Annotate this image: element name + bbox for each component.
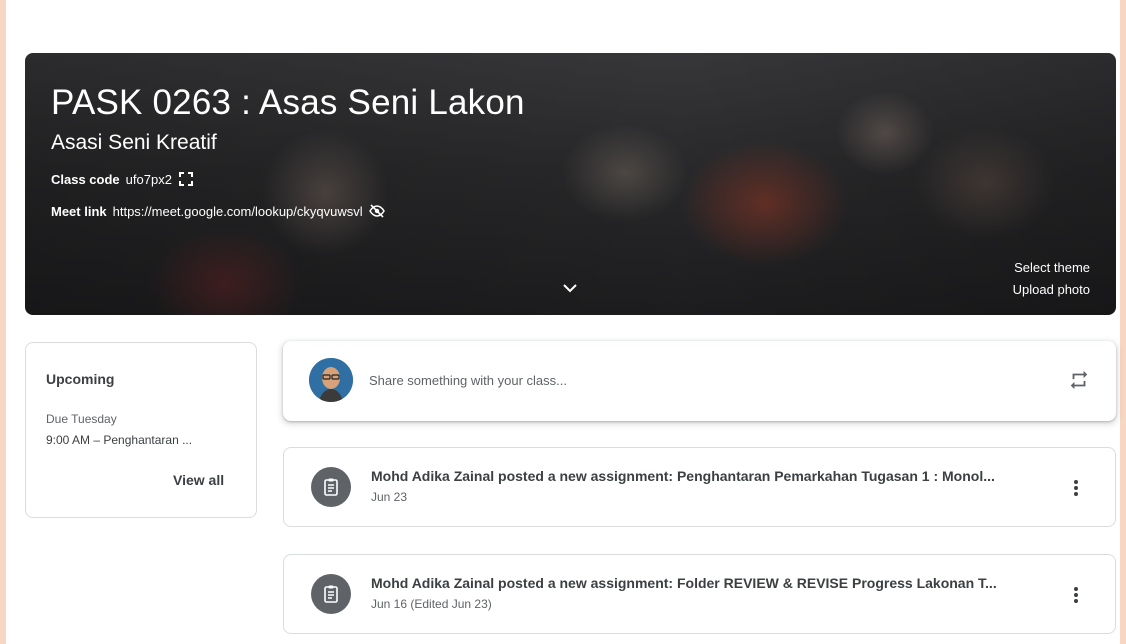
meet-link-row: Meet link https://meet.google.com/lookup…: [51, 203, 385, 219]
upcoming-card: [25, 342, 257, 518]
upcoming-due-label: Due Tuesday: [46, 412, 117, 426]
repost-icon[interactable]: [1068, 369, 1090, 391]
stream-item-date: Jun 16 (Edited Jun 23): [371, 597, 492, 611]
stream-item[interactable]: Mohd Adika Zainal posted a new assignmen…: [283, 554, 1116, 634]
class-subtitle: Asasi Seni Kreatif: [51, 131, 217, 154]
meet-link-value[interactable]: https://meet.google.com/lookup/ckyqvuwsv…: [113, 204, 363, 219]
more-vert-icon[interactable]: [1064, 476, 1088, 500]
fullscreen-icon[interactable]: [178, 171, 194, 187]
upcoming-title: Upcoming: [46, 371, 115, 387]
upload-photo-link[interactable]: Upload photo: [1013, 279, 1090, 301]
avatar: [309, 358, 353, 402]
meet-link-label: Meet link: [51, 203, 107, 219]
share-input-placeholder[interactable]: Share something with your class...: [369, 373, 567, 388]
upcoming-item-link[interactable]: 9:00 AM – Penghantaran ...: [46, 433, 236, 447]
assignment-icon: [311, 574, 351, 614]
share-box[interactable]: Share something with your class...: [283, 341, 1116, 421]
select-theme-link[interactable]: Select theme: [1013, 257, 1090, 279]
class-banner: PASK 0263 : Asas Seni Lakon Asasi Seni K…: [25, 53, 1116, 315]
class-title[interactable]: PASK 0263 : Asas Seni Lakon: [51, 83, 525, 123]
banner-links: Select theme Upload photo: [1013, 257, 1090, 301]
chevron-down-icon[interactable]: [561, 279, 579, 297]
more-vert-icon[interactable]: [1064, 583, 1088, 607]
class-code-row: Class code ufo7px2: [51, 171, 194, 187]
class-code-label: Class code: [51, 171, 120, 187]
class-code-value: ufo7px2: [125, 171, 172, 187]
classroom-page: PASK 0263 : Asas Seni Lakon Asasi Seni K…: [6, 0, 1120, 644]
stream-item-title[interactable]: Mohd Adika Zainal posted a new assignmen…: [371, 575, 1061, 591]
stream-item-date: Jun 23: [371, 490, 408, 504]
view-all-link[interactable]: View all: [173, 472, 224, 488]
assignment-icon: [311, 467, 351, 507]
stream-item[interactable]: Mohd Adika Zainal posted a new assignmen…: [283, 447, 1116, 527]
stream-item-title[interactable]: Mohd Adika Zainal posted a new assignmen…: [371, 468, 1061, 484]
visibility-off-icon[interactable]: [368, 203, 385, 219]
